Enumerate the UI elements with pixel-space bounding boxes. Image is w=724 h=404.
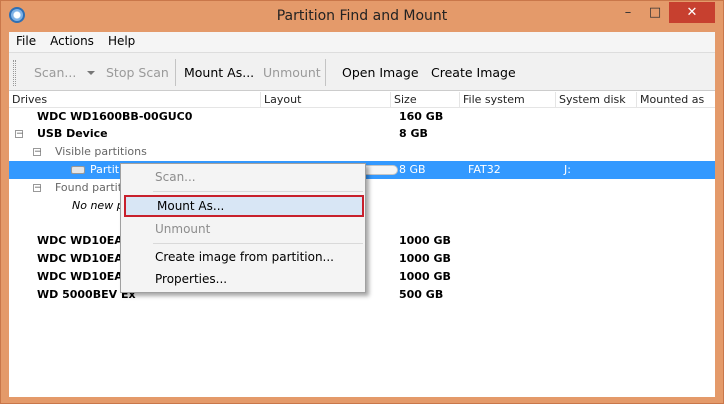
drive-size: 500 GB [399,288,444,301]
collapse-icon[interactable]: − [33,148,42,157]
drive-name: USB Device [37,127,108,140]
partition-size: 8 GB [399,163,426,176]
partition-file-system: FAT32 [468,163,501,176]
menu-bar: File Actions Help [9,32,715,52]
toolbar-separator [175,59,176,86]
menu-file[interactable]: File [9,32,43,52]
scan-dropdown-arrow-icon[interactable] [87,71,95,75]
scan-button[interactable]: Scan... [34,53,76,92]
drive-size: 1000 GB [399,270,451,283]
title-bar[interactable]: Partition Find and Mount – □ ✕ [1,1,723,31]
drive-size: 1000 GB [399,234,451,247]
menu-help[interactable]: Help [101,32,142,52]
close-button[interactable]: ✕ [669,2,715,23]
toolbar: Scan... Stop Scan Mount As... Unmount Op… [9,52,715,91]
partition-system-disk: J: [564,163,571,176]
drive-name: WDC WD10EAD [37,252,132,265]
drive-row[interactable]: − USB Device 8 GB [9,125,715,143]
drive-name: WDC WD10EAD [37,234,132,247]
partition-name: Partiti [90,163,123,176]
collapse-icon[interactable]: − [33,184,42,193]
toolbar-grip[interactable] [13,60,16,86]
column-mounted-as[interactable]: Mounted as [637,92,715,108]
context-separator [153,243,363,244]
list-header: Drives Layout Size File system System di… [9,92,715,108]
group-label: Visible partitions [55,145,147,158]
menu-actions[interactable]: Actions [43,32,101,52]
drive-size: 160 GB [399,110,444,123]
unmount-button[interactable]: Unmount [263,53,321,92]
column-size[interactable]: Size [391,92,460,108]
collapse-icon[interactable]: − [15,130,24,139]
context-create-image[interactable]: Create image from partition... [124,246,364,268]
maximize-button[interactable]: □ [642,2,668,23]
stop-scan-button[interactable]: Stop Scan [106,53,169,92]
context-scan[interactable]: Scan... [124,166,364,188]
context-separator [153,191,363,192]
mount-as-button[interactable]: Mount As... [184,53,254,92]
drive-size: 8 GB [399,127,428,140]
context-properties[interactable]: Properties... [124,268,364,290]
column-file-system[interactable]: File system [460,92,556,108]
column-drives[interactable]: Drives [9,92,261,108]
drive-row[interactable]: WDC WD1600BB-00GUC0 160 GB [9,108,715,126]
create-image-button[interactable]: Create Image [431,53,516,92]
open-image-button[interactable]: Open Image [342,53,419,92]
context-mount-as[interactable]: Mount As... [124,195,364,217]
group-row[interactable]: − Visible partitions [9,143,715,161]
drive-name: WDC WD10EAD [37,270,132,283]
disk-icon [71,166,85,174]
context-unmount[interactable]: Unmount [124,218,364,240]
toolbar-separator [325,59,326,86]
drive-size: 1000 GB [399,252,451,265]
main-window: Partition Find and Mount – □ ✕ File Acti… [0,0,724,404]
drive-name: WDC WD1600BB-00GUC0 [37,110,193,123]
column-layout[interactable]: Layout [261,92,391,108]
column-system-disk[interactable]: System disk [556,92,637,108]
context-menu: Scan... Mount As... Unmount Create image… [120,163,366,293]
minimize-button[interactable]: – [615,2,641,23]
